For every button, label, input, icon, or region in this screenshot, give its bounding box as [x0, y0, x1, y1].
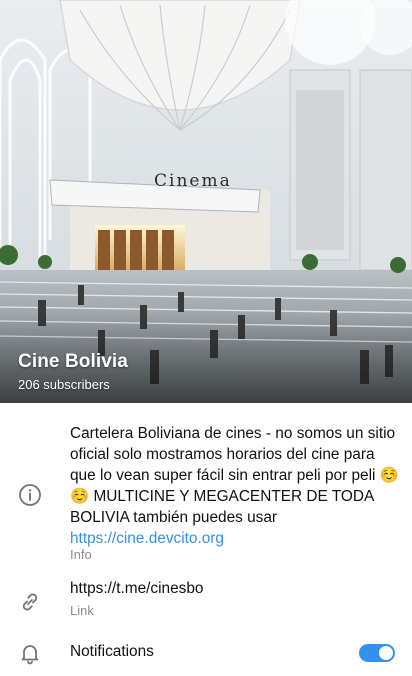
link-icon [18, 590, 42, 614]
info-circle-icon [18, 483, 42, 507]
channel-header-image[interactable]: Cinema Cine Bolivia 206 subscribers [0, 0, 412, 403]
description-text: Cartelera Boliviana de cines - no somos … [70, 425, 399, 526]
notifications-label: Notifications [70, 643, 154, 660]
subscriber-count: 206 subscribers [18, 377, 110, 392]
channel-title: Cine Bolivia [18, 351, 128, 372]
link-label: Link [70, 603, 94, 618]
toggle-knob [379, 646, 393, 660]
channel-description: Cartelera Boliviana de cines - no somos … [70, 423, 400, 549]
channel-link[interactable]: https://t.me/cinesbo [70, 580, 203, 598]
notifications-toggle[interactable] [359, 644, 395, 662]
marquee-sign: Cinema [154, 171, 232, 191]
bell-icon [18, 641, 42, 665]
description-label: Info [70, 547, 92, 562]
description-link[interactable]: https://cine.devcito.org [70, 530, 224, 547]
